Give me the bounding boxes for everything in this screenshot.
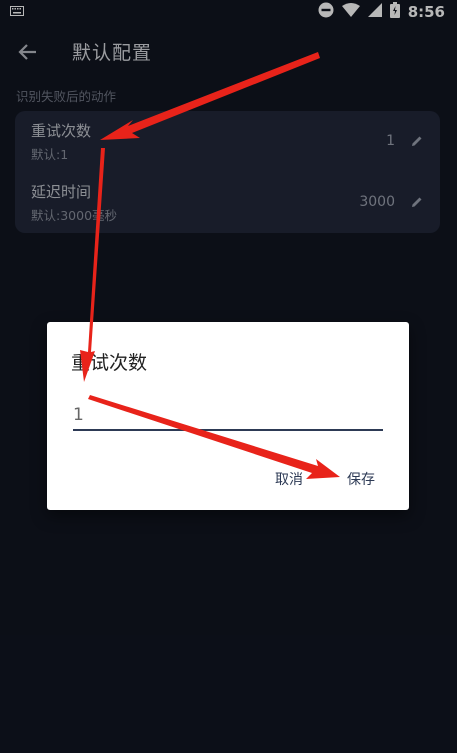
cancel-button[interactable]: 取消	[275, 469, 303, 489]
edit-dialog: 重试次数 取消 保存	[47, 322, 409, 510]
save-button[interactable]: 保存	[347, 469, 375, 489]
dialog-title: 重试次数	[71, 352, 148, 374]
retry-count-input[interactable]	[73, 401, 383, 431]
dialog-actions: 取消 保存	[275, 469, 375, 489]
